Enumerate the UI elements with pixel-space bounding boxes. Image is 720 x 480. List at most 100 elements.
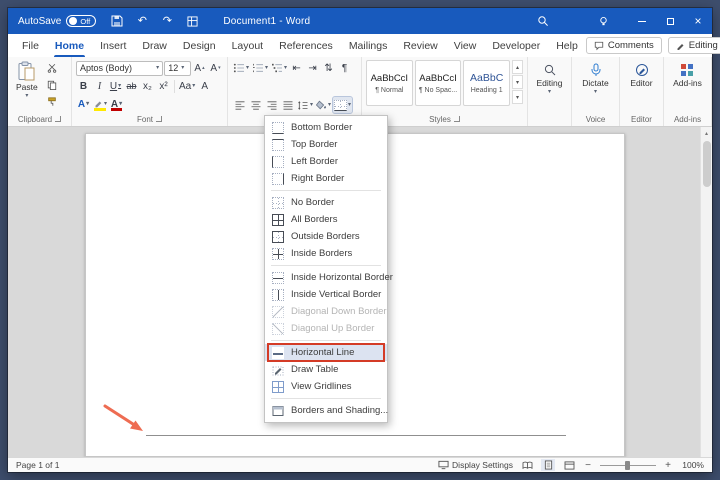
superscript-button[interactable]: x² (156, 78, 171, 94)
copy-button[interactable] (45, 77, 60, 93)
autosave-toggle[interactable]: Off (66, 15, 96, 27)
tab-insert[interactable]: Insert (92, 34, 134, 57)
justify-button[interactable] (280, 97, 295, 113)
menu-item-draw-table[interactable]: Draw Table (265, 361, 387, 378)
borders-button[interactable]: ▾ (333, 97, 352, 113)
tab-design[interactable]: Design (175, 34, 224, 57)
menu-item-inside-borders[interactable]: Inside Borders (265, 245, 387, 262)
zoom-out-button[interactable]: − (583, 460, 593, 471)
tab-mailings[interactable]: Mailings (341, 34, 396, 57)
shading-button[interactable]: ▾ (315, 97, 332, 113)
tab-developer[interactable]: Developer (484, 34, 548, 57)
cut-button[interactable] (45, 60, 60, 76)
editing-mode-button[interactable]: Editing ▾ (668, 37, 720, 54)
styles-dialog-launcher[interactable] (454, 116, 460, 122)
tab-home[interactable]: Home (47, 34, 92, 57)
save-icon[interactable] (110, 14, 124, 28)
bold-button[interactable]: B (76, 78, 91, 94)
close-button[interactable]: × (684, 8, 712, 34)
style-no-spacing[interactable]: AaBbCcI ¶ No Spac... (415, 60, 462, 106)
styles-gallery-more-button[interactable]: ▾ (512, 90, 523, 104)
italic-button[interactable]: I (92, 78, 107, 94)
show-paragraph-marks-button[interactable]: ¶ (337, 60, 352, 76)
underline-button[interactable]: U ▾ (108, 78, 123, 94)
vertical-scrollbar[interactable]: ▴ (700, 127, 712, 457)
decrease-indent-button[interactable]: ⇤ (289, 60, 304, 76)
align-left-button[interactable] (232, 97, 247, 113)
grid-icon[interactable] (185, 14, 199, 28)
page-indicator[interactable]: Page 1 of 1 (16, 460, 59, 470)
lightbulb-icon[interactable] (596, 14, 610, 28)
editor-button[interactable]: Editor (630, 60, 652, 88)
scrollbar-thumb[interactable] (703, 141, 711, 187)
clear-formatting-button[interactable]: A (197, 78, 212, 94)
tab-file[interactable]: File (14, 34, 47, 57)
align-right-button[interactable] (264, 97, 279, 113)
tab-help[interactable]: Help (548, 34, 586, 57)
strikethrough-button[interactable]: ab (124, 78, 139, 94)
menu-item-bottom-border[interactable]: Bottom Border (265, 119, 387, 136)
increase-indent-button[interactable]: ⇥ (305, 60, 320, 76)
undo-icon[interactable]: ↶ (135, 14, 149, 28)
subscript-button[interactable]: x₂ (140, 78, 155, 94)
shrink-font-button[interactable]: A ▾ (208, 60, 223, 76)
menu-item-all-borders[interactable]: All Borders (265, 211, 387, 228)
styles-scroll-up-button[interactable]: ▴ (512, 60, 523, 74)
menu-item-no-border[interactable]: No Border (265, 194, 387, 211)
align-center-button[interactable] (248, 97, 263, 113)
zoom-in-button[interactable]: + (663, 460, 673, 471)
menu-item-borders-and-shading[interactable]: Borders and Shading... (265, 402, 387, 419)
minimize-button[interactable] (628, 8, 656, 34)
autosave-state: Off (80, 17, 90, 26)
menu-item-top-border[interactable]: Top Border (265, 136, 387, 153)
redo-icon[interactable]: ↷ (160, 14, 174, 28)
menu-item-inside-horizontal-border[interactable]: Inside Horizontal Border (265, 269, 387, 286)
menu-item-label: Top Border (291, 139, 337, 150)
display-settings-button[interactable]: Display Settings (438, 460, 513, 470)
dictate-button[interactable]: Dictate ▾ (582, 60, 608, 95)
line-spacing-button[interactable]: ▾ (296, 97, 314, 113)
editing-menu-button[interactable]: Editing ▾ (537, 60, 563, 95)
paste-button[interactable]: Paste ▾ (12, 60, 42, 110)
menu-item-view-gridlines[interactable]: View Gridlines (265, 378, 387, 395)
comments-button[interactable]: Comments (586, 37, 662, 54)
addins-button[interactable]: Add-ins (673, 60, 702, 88)
font-color-button[interactable]: A ▾ (109, 96, 124, 112)
menu-item-left-border[interactable]: Left Border (265, 153, 387, 170)
zoom-slider-thumb[interactable] (625, 461, 630, 470)
menu-item-horizontal-line[interactable]: Horizontal Line (265, 344, 387, 361)
style-heading-1[interactable]: AaBbC Heading 1 (463, 60, 510, 106)
sort-button[interactable]: ⇅ (321, 60, 336, 76)
menu-item-right-border[interactable]: Right Border (265, 170, 387, 187)
tab-review[interactable]: Review (395, 34, 445, 57)
styles-scroll-down-button[interactable]: ▾ (512, 75, 523, 89)
font-size-select[interactable]: 12 ▾ (164, 61, 191, 76)
tab-references[interactable]: References (271, 34, 341, 57)
autosave-control[interactable]: AutoSave Off (18, 15, 96, 27)
style-normal[interactable]: AaBbCcI ¶ Normal (366, 60, 413, 106)
bullets-button[interactable]: ▾ (232, 60, 250, 76)
zoom-level[interactable]: 100% (680, 460, 704, 470)
read-mode-button[interactable] (520, 459, 534, 471)
tab-layout[interactable]: Layout (224, 34, 272, 57)
text-effects-button[interactable]: A ▾ (76, 96, 91, 112)
clipboard-dialog-launcher[interactable] (55, 116, 61, 122)
web-layout-button[interactable] (562, 459, 576, 471)
change-case-button[interactable]: Aa ▾ (178, 78, 196, 94)
grow-font-button[interactable]: A ▴ (192, 60, 207, 76)
font-dialog-launcher[interactable] (156, 116, 162, 122)
menu-item-outside-borders[interactable]: Outside Borders (265, 228, 387, 245)
maximize-button[interactable] (656, 8, 684, 34)
menu-item-inside-vertical-border[interactable]: Inside Vertical Border (265, 286, 387, 303)
search-icon[interactable] (536, 14, 550, 28)
tab-draw[interactable]: Draw (134, 34, 175, 57)
zoom-slider[interactable] (600, 460, 656, 470)
scroll-up-icon[interactable]: ▴ (705, 127, 708, 137)
format-painter-button[interactable] (45, 94, 60, 110)
tab-view[interactable]: View (446, 34, 485, 57)
multilevel-list-button[interactable]: ▾ (270, 60, 288, 76)
font-name-select[interactable]: Aptos (Body) ▾ (76, 61, 163, 76)
numbering-button[interactable]: ▾ (251, 60, 269, 76)
print-layout-button[interactable] (541, 459, 555, 471)
highlight-color-button[interactable]: ▾ (92, 96, 108, 112)
